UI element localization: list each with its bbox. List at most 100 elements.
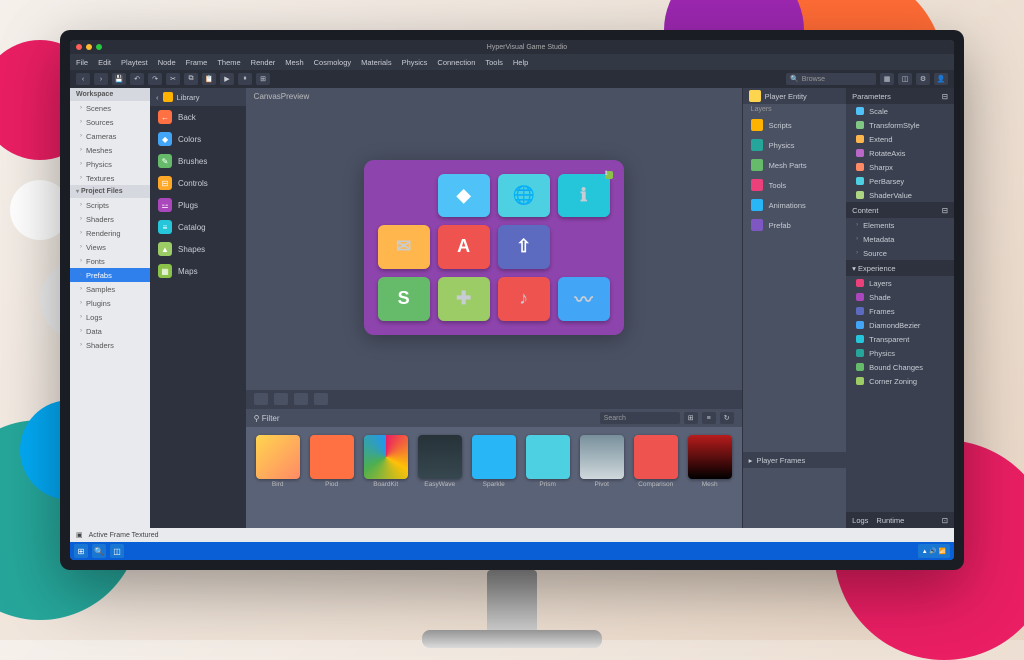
taskview-button[interactable]: ◫ — [110, 544, 124, 558]
letter-a-icon[interactable]: A — [438, 225, 490, 269]
explorer-item[interactable]: ›Sources — [70, 115, 150, 129]
layout-button[interactable]: ▦ — [880, 73, 894, 85]
search-taskbar-button[interactable]: 🔍 — [92, 544, 106, 558]
music-icon[interactable]: ♪ — [498, 277, 550, 321]
assets-search[interactable]: Search — [600, 412, 680, 424]
cut-button[interactable]: ✂ — [166, 73, 180, 85]
collapse-icon[interactable]: ⊟ — [942, 206, 948, 215]
library-item[interactable]: ←Back — [150, 106, 246, 128]
explorer-item[interactable]: ›Data — [70, 324, 150, 338]
wave-icon[interactable]: 〰 — [558, 277, 610, 321]
zoom-tool[interactable] — [294, 393, 308, 405]
menu-connection[interactable]: Connection — [437, 58, 475, 67]
user-button[interactable]: 👤 — [934, 73, 948, 85]
start-button[interactable]: ⊞ — [74, 544, 88, 558]
menu-physics[interactable]: Physics — [402, 58, 428, 67]
parameter-item[interactable]: ShaderValue — [846, 188, 954, 202]
explorer-item[interactable]: ›Physics — [70, 157, 150, 171]
badge-icon[interactable]: ℹ1 — [558, 174, 610, 218]
explorer-item[interactable]: ›Fonts — [70, 254, 150, 268]
hand-tool[interactable] — [274, 393, 288, 405]
asset-item[interactable]: BoardKit — [362, 435, 410, 520]
content-item[interactable]: ›Metadata — [846, 232, 954, 246]
menu-mesh[interactable]: Mesh — [285, 58, 303, 67]
system-tray[interactable]: ▲ 🔊 📶 — [918, 544, 950, 558]
library-item[interactable]: ▲Shapes — [150, 238, 246, 260]
logs-tab[interactable]: Logs — [852, 516, 868, 525]
library-tab[interactable]: ‹ Library — [150, 88, 246, 106]
minimize-icon[interactable] — [86, 44, 92, 50]
library-item[interactable]: ≡Catalog — [150, 216, 246, 238]
asset-item[interactable]: Sparkle — [470, 435, 518, 520]
menu-frame[interactable]: Frame — [186, 58, 208, 67]
explorer-item[interactable]: ›Plugins — [70, 296, 150, 310]
paste-button[interactable]: 📋 — [202, 73, 216, 85]
parameter-item[interactable]: Extend — [846, 132, 954, 146]
property-item[interactable]: Scripts — [743, 115, 846, 135]
crop-tool[interactable] — [314, 393, 328, 405]
explorer-item[interactable]: ›Views — [70, 240, 150, 254]
experience-item[interactable]: Layers — [846, 276, 954, 290]
parameter-item[interactable]: Sharpx — [846, 160, 954, 174]
menu-node[interactable]: Node — [158, 58, 176, 67]
pointer-tool[interactable] — [254, 393, 268, 405]
property-item[interactable]: Prefab — [743, 215, 846, 235]
asset-item[interactable]: Prism — [524, 435, 572, 520]
library-item[interactable]: ⚍Plugs — [150, 194, 246, 216]
menu-render[interactable]: Render — [251, 58, 276, 67]
list-view-button[interactable]: ≡ — [702, 412, 716, 424]
menu-theme[interactable]: Theme — [217, 58, 240, 67]
experience-item[interactable]: DiamondBezier — [846, 318, 954, 332]
experience-item[interactable]: Frames — [846, 304, 954, 318]
arrow-icon[interactable]: ⇧ — [498, 225, 550, 269]
asset-item[interactable]: Pivot — [578, 435, 626, 520]
menu-help[interactable]: Help — [513, 58, 528, 67]
content-item[interactable]: ›Elements — [846, 218, 954, 232]
menu-file[interactable]: File — [76, 58, 88, 67]
explorer-item[interactable]: ›Textures — [70, 171, 150, 185]
menu-tools[interactable]: Tools — [485, 58, 503, 67]
menu-edit[interactable]: Edit — [98, 58, 111, 67]
undo-button[interactable]: ↶ — [130, 73, 144, 85]
expand-icon[interactable]: ⊡ — [942, 516, 948, 525]
explorer-item[interactable]: ›Scripts — [70, 198, 150, 212]
puzzle-icon[interactable]: ✚ — [438, 277, 490, 321]
save-button[interactable]: 💾 — [112, 73, 126, 85]
experience-item[interactable]: Shade — [846, 290, 954, 304]
library-item[interactable]: ▦Maps — [150, 260, 246, 282]
grid-button[interactable]: ⊞ — [256, 73, 270, 85]
panel-button[interactable]: ◫ — [898, 73, 912, 85]
asset-item[interactable]: Mesh — [686, 435, 734, 520]
grid-view-button[interactable]: ⊞ — [684, 412, 698, 424]
experience-item[interactable]: Bound Changes — [846, 360, 954, 374]
property-item[interactable]: Animations — [743, 195, 846, 215]
experience-item[interactable]: Physics — [846, 346, 954, 360]
diamond-icon[interactable]: ◆ — [438, 174, 490, 218]
property-item[interactable]: Physics — [743, 135, 846, 155]
pause-button[interactable]: ⏸ — [238, 73, 252, 85]
explorer-item[interactable]: ›Cameras — [70, 129, 150, 143]
explorer-item[interactable]: ›Scenes — [70, 101, 150, 115]
mail-icon[interactable]: ✉ — [378, 225, 430, 269]
explorer-item[interactable]: ›Shaders — [70, 338, 150, 352]
asset-item[interactable]: EasyWave — [416, 435, 464, 520]
content-item[interactable]: ›Source — [846, 246, 954, 260]
asset-item[interactable]: Piod — [308, 435, 356, 520]
menu-cosmology[interactable]: Cosmology — [314, 58, 352, 67]
explorer-item[interactable]: ›Shaders — [70, 212, 150, 226]
explorer-item[interactable]: ›Samples — [70, 282, 150, 296]
library-item[interactable]: ✎Brushes — [150, 150, 246, 172]
explorer-item[interactable]: ›Rendering — [70, 226, 150, 240]
property-item[interactable]: Tools — [743, 175, 846, 195]
maximize-icon[interactable] — [96, 44, 102, 50]
explorer-item[interactable]: ›Logs — [70, 310, 150, 324]
asset-item[interactable]: Bird — [254, 435, 302, 520]
play-button[interactable]: ▶ — [220, 73, 234, 85]
globe-icon[interactable]: 🌐 — [498, 174, 550, 218]
parameter-item[interactable]: TransformStyle — [846, 118, 954, 132]
settings-button[interactable]: ⚙ — [916, 73, 930, 85]
experience-item[interactable]: Corner Zoning — [846, 374, 954, 388]
forward-button[interactable]: › — [94, 73, 108, 85]
canvas-artboard[interactable]: ◆ 🌐 ℹ1 ✉ A ⇧ S ✚ ♪ 〰 — [364, 160, 624, 335]
asset-item[interactable]: Comparison — [632, 435, 680, 520]
